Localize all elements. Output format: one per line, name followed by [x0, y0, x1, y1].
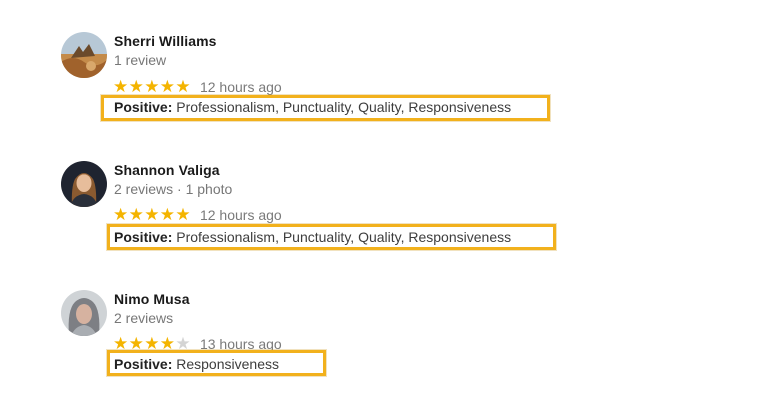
star-icon: ★: [144, 205, 160, 224]
star-icon: ★: [159, 205, 176, 224]
reviewer-name[interactable]: Nimo Musa: [114, 291, 190, 307]
review-time: 12 hours ago: [199, 207, 282, 223]
positive-attributes: Positive: Responsiveness: [114, 356, 279, 372]
reviewer-meta: 2 reviews: [114, 310, 174, 326]
star-icon: ★: [128, 205, 144, 224]
positive-text: Professionalism, Punctuality, Quality, R…: [176, 229, 512, 245]
positive-attributes: Positive: Professionalism, Punctuality, …: [114, 229, 511, 245]
reviewer-meta: 2 reviews · 1 photo: [114, 181, 233, 197]
review-card: Nimo Musa 2 reviews ★ ★ ★ ★ ★ 13 hours a…: [0, 0, 776, 376]
positive-label: Positive:: [114, 229, 173, 245]
star-icon: ★: [175, 205, 191, 224]
avatar-photo-icon: [61, 161, 107, 207]
star-icon: ★: [113, 205, 129, 224]
avatar-photo-icon: [61, 290, 107, 336]
positive-text: Responsiveness: [176, 356, 279, 372]
positive-label: Positive:: [114, 356, 173, 372]
star-rating: ★ ★ ★ ★ ★ 12 hours ago: [113, 206, 282, 224]
reviewer-avatar[interactable]: [61, 290, 107, 336]
reviewer-name[interactable]: Shannon Valiga: [114, 162, 220, 178]
reviewer-avatar[interactable]: [61, 161, 107, 207]
